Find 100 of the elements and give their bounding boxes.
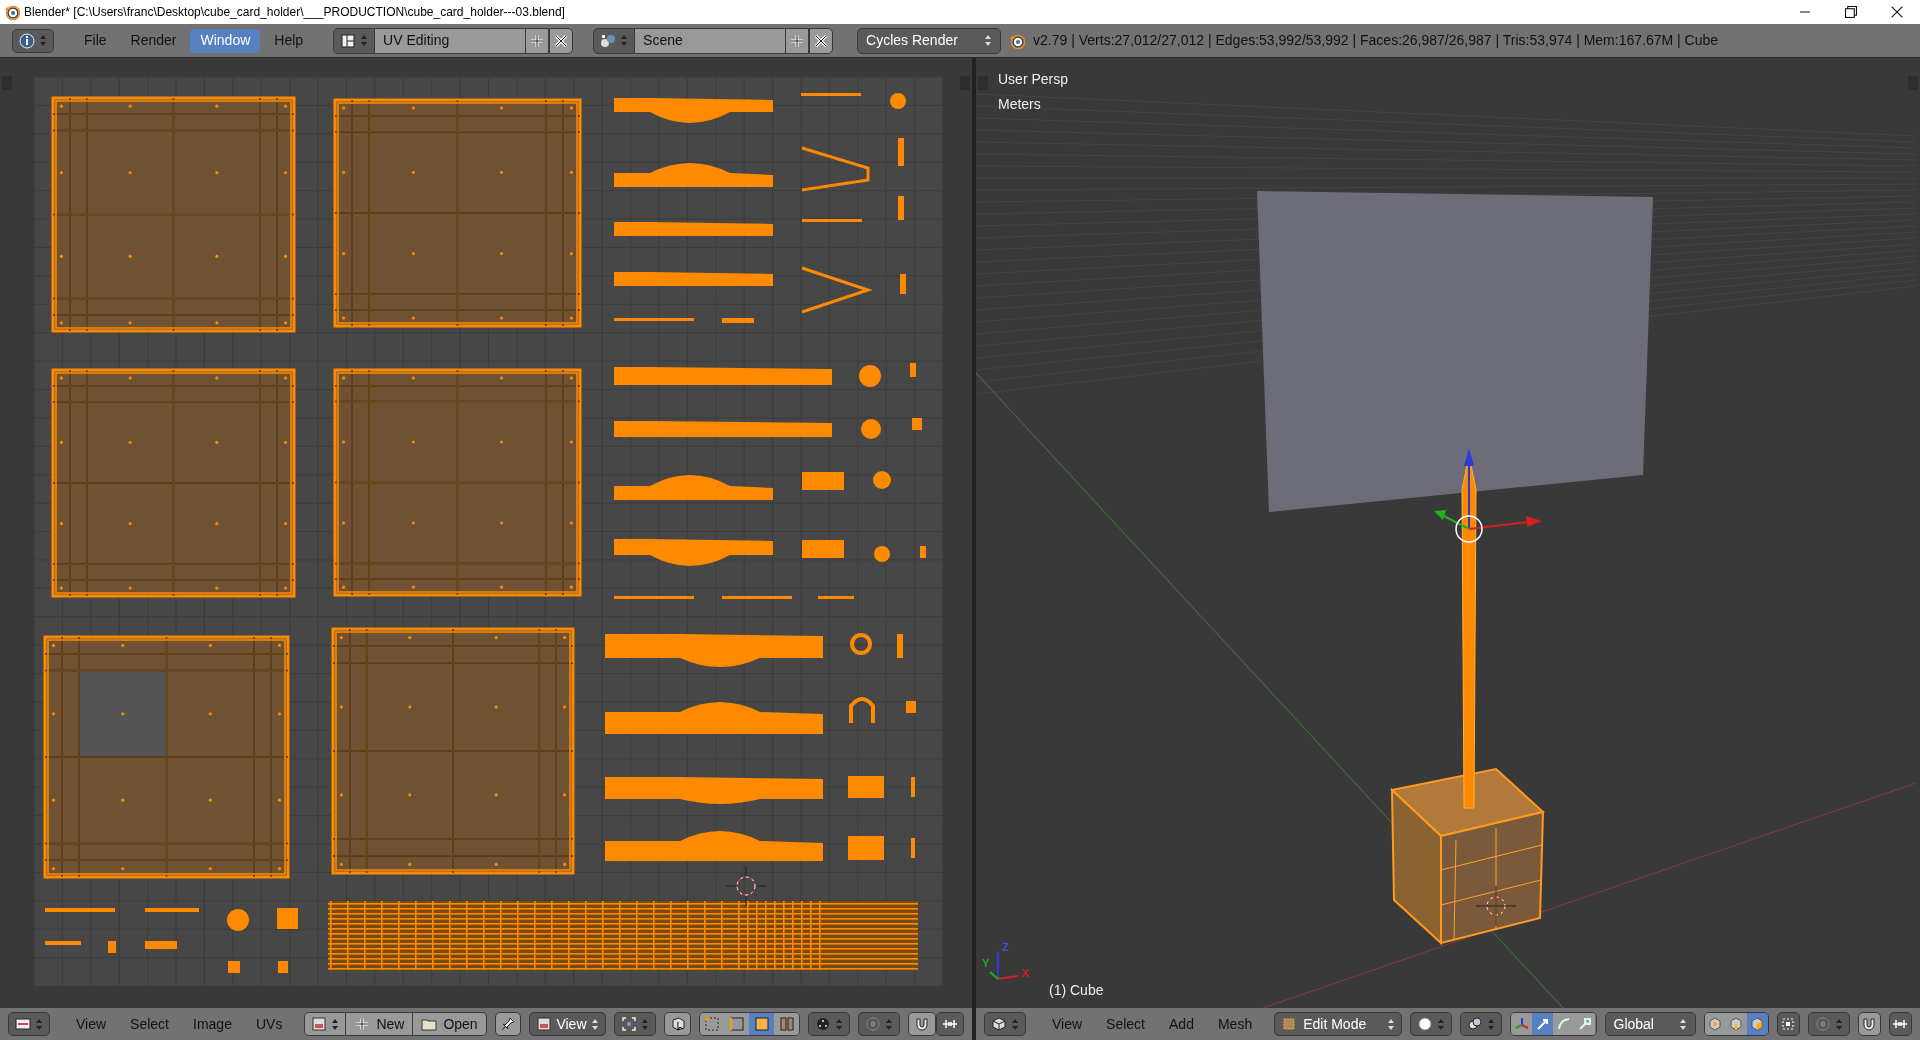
menu-item[interactable]: Select: [1096, 1012, 1155, 1036]
vertex-select-icon: [704, 1016, 721, 1032]
remove-button[interactable]: [809, 27, 834, 54]
editor-type-icon: [15, 1016, 31, 1032]
axis-label: X: [1022, 968, 1030, 979]
face-select-icon: [1749, 1016, 1766, 1032]
minimize-icon: [1800, 11, 1810, 13]
shading-dropdown[interactable]: [1410, 1012, 1453, 1036]
image-browse-dropdown[interactable]: [304, 1012, 347, 1036]
menu-item[interactable]: UVs: [245, 1012, 293, 1036]
updown-arrows-icon: [984, 33, 993, 48]
pivot-dropdown[interactable]: [1460, 1012, 1503, 1036]
vertex-select-icon: [1707, 1016, 1724, 1032]
2d-cursor-icon: [725, 865, 767, 907]
view-label: User Persp: [998, 70, 1069, 89]
uv-select-mode-button[interactable]: [700, 1013, 725, 1035]
sync-selection-button[interactable]: [664, 1012, 691, 1036]
view-mode-dropdown[interactable]: View: [529, 1012, 607, 1036]
pivot-icon: [1467, 1016, 1484, 1032]
restore-icon: [1845, 6, 1857, 18]
uv-select-mode-button[interactable]: [774, 1013, 799, 1035]
scene-statistics: v2.79 | Verts:27,012/27,012 | Edges:53,992/53,992 | Faces:26,987/26,987 | Tris:53,974 | Mem:167.67M | Cube: [1033, 31, 1719, 50]
mesh-select-mode-button[interactable]: [1725, 1013, 1747, 1035]
editor-type-dropdown[interactable]: [984, 1012, 1026, 1036]
editor-type-icon: [19, 32, 35, 49]
pin-icon: [500, 1016, 517, 1032]
axis-label: Z: [1002, 942, 1009, 953]
edge-select-icon: [729, 1016, 746, 1032]
render-engine-dropdown[interactable]: Cycles Render: [857, 27, 1002, 54]
manipulator-button[interactable]: [1553, 1013, 1575, 1035]
proportional-edit-dropdown[interactable]: [858, 1012, 900, 1036]
orientation-dropdown[interactable]: Global: [1604, 1012, 1696, 1036]
scene-field[interactable]: Scene: [635, 27, 786, 54]
image-icon: [311, 1016, 328, 1032]
3d-cursor-icon: [1475, 885, 1517, 927]
menu-item[interactable]: Window: [190, 28, 261, 53]
menu-item[interactable]: Image: [183, 1012, 242, 1036]
shading-icon: [1417, 1016, 1434, 1032]
snap-icon: [914, 1016, 930, 1032]
editor-type-dropdown[interactable]: [12, 28, 54, 53]
pin-button[interactable]: [494, 1012, 522, 1036]
sync-selection-icon: [669, 1016, 686, 1032]
plus-icon: [354, 1016, 371, 1032]
uv-select-mode-button[interactable]: [724, 1013, 750, 1035]
menu-item[interactable]: Help: [264, 28, 314, 53]
edge-select-icon: [1728, 1016, 1745, 1032]
add-button[interactable]: [525, 27, 550, 54]
menu-item[interactable]: Select: [120, 1012, 179, 1036]
menu-item[interactable]: Render: [120, 28, 187, 53]
edit-mode-icon: [1281, 1016, 1298, 1032]
pivot-dropdown[interactable]: [614, 1012, 657, 1036]
arc-icon: [1555, 1016, 1572, 1032]
proportional-edit-icon: [865, 1016, 881, 1032]
axes-icon: [1513, 1016, 1530, 1032]
remove-button[interactable]: [549, 27, 574, 54]
mode-dropdown[interactable]: Edit Mode: [1274, 1012, 1403, 1036]
close-icon: [814, 33, 829, 48]
snap-icon: [1861, 1016, 1878, 1032]
occlude-geometry-icon: [1780, 1016, 1797, 1032]
object-label: (1) Cube: [1049, 981, 1104, 1000]
menu-item[interactable]: Add: [1159, 1012, 1204, 1036]
menu-item[interactable]: Mesh: [1207, 1012, 1263, 1036]
scene-icon: [600, 32, 617, 49]
snap-element-button[interactable]: [1888, 1012, 1912, 1036]
menu-item[interactable]: View: [66, 1012, 117, 1036]
pivot-icon: [621, 1016, 638, 1032]
blender-logo-icon: [4, 4, 20, 20]
open-image-button[interactable]: Open: [413, 1012, 487, 1036]
image-icon: [536, 1016, 553, 1032]
plus-icon: [530, 33, 545, 48]
menu-item[interactable]: File: [74, 28, 117, 53]
editor-type-dropdown[interactable]: [8, 1012, 50, 1036]
menu-item[interactable]: View: [1042, 1012, 1093, 1036]
manipulator-button[interactable]: [1574, 1013, 1596, 1035]
units-label: Meters: [998, 95, 1041, 114]
screen-layout-field[interactable]: UV Editing: [375, 27, 526, 54]
occlude-geometry-button[interactable]: [1776, 1012, 1800, 1036]
render-engine-label: Cycles Render: [866, 31, 958, 50]
new-image-button[interactable]: New: [346, 1012, 414, 1036]
manipulator-button[interactable]: [1511, 1013, 1533, 1035]
blender-logo-icon: [1009, 32, 1026, 49]
proportional-edit-dropdown[interactable]: [1807, 1012, 1850, 1036]
close-icon: [554, 33, 569, 48]
window-title: Blender* [C:\Users\franc\Desktop\cube_card_holder\___PRODUCTION\cube_card_holder---03.blend]: [24, 4, 565, 21]
scene-dropdown[interactable]: [593, 27, 636, 54]
snap-element-button[interactable]: [936, 1012, 964, 1036]
uv-select-mode-button[interactable]: [749, 1013, 775, 1035]
updown-arrows-icon: [620, 33, 629, 48]
add-button[interactable]: [785, 27, 810, 54]
mesh-select-mode-button[interactable]: [1704, 1013, 1726, 1035]
editor-type-icon: [991, 1016, 1007, 1032]
face-select-icon: [753, 1016, 770, 1032]
close-icon: [1891, 6, 1903, 18]
snap-button[interactable]: [908, 1012, 936, 1036]
snap-button[interactable]: [1857, 1012, 1881, 1036]
screen-layout-dropdown[interactable]: [333, 27, 376, 54]
sticky-selection-dropdown[interactable]: [808, 1012, 850, 1036]
manipulator-button[interactable]: [1532, 1013, 1554, 1035]
axis-gizmo-drawing: [989, 950, 1019, 980]
mesh-select-mode-button[interactable]: [1746, 1013, 1768, 1035]
